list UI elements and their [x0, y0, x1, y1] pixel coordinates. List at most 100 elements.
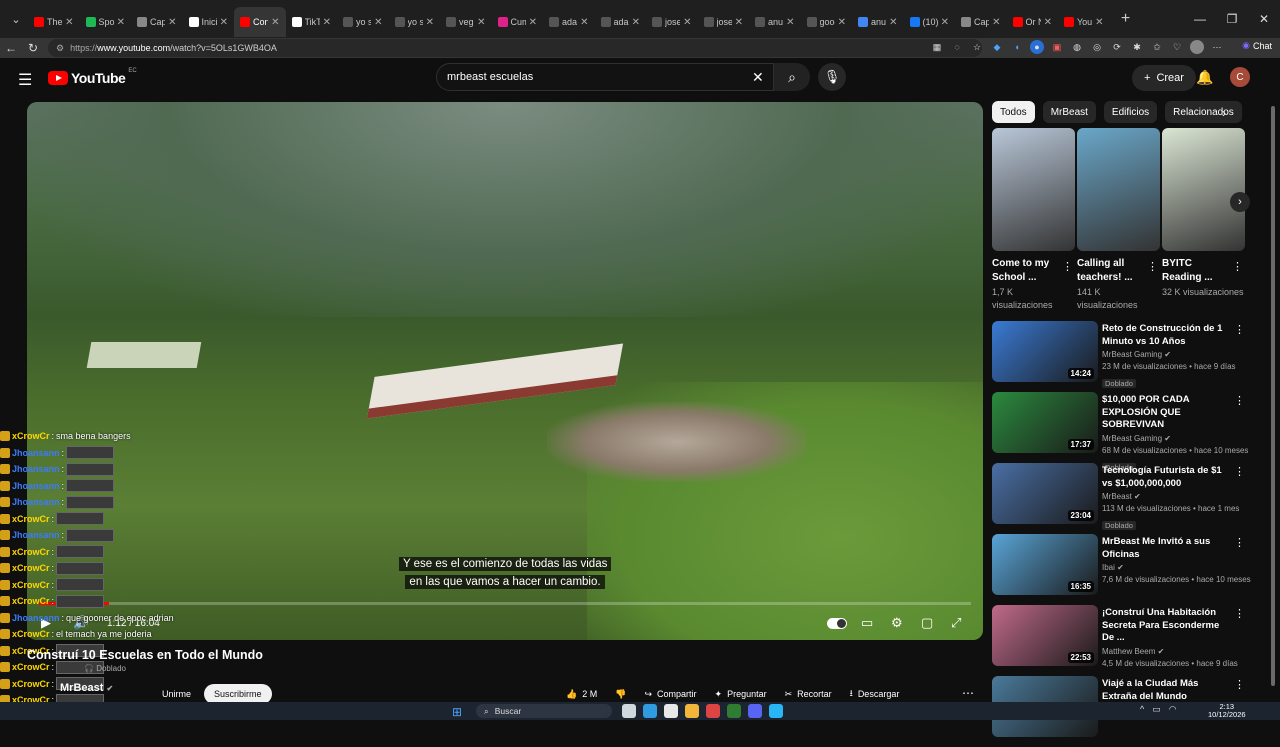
autoplay-toggle[interactable]: [827, 618, 847, 629]
reload-icon[interactable]: ↻: [22, 41, 44, 55]
tab-close-icon[interactable]: ✕: [323, 17, 331, 28]
filter-chip[interactable]: Relacionados: [1165, 101, 1242, 123]
more-menu-icon[interactable]: ⋯: [1210, 40, 1224, 54]
recommendation-more-icon[interactable]: ⋮: [1234, 323, 1245, 336]
browser-tab[interactable]: yo s ✕: [389, 7, 441, 37]
fullscreen-icon[interactable]: ⤢: [951, 615, 961, 631]
like-button[interactable]: 👍 2 M: [560, 684, 603, 704]
tab-close-icon[interactable]: ✕: [529, 17, 537, 28]
recommendation-item[interactable]: 14:24 Reto de Construcción de 1 Minuto vs…: [992, 321, 1254, 392]
recommendation-title[interactable]: MrBeast Me Invitó a sus Oficinas: [1102, 536, 1232, 561]
close-window-icon[interactable]: ✕: [1248, 0, 1280, 38]
extension-icon[interactable]: ◍: [1070, 40, 1084, 54]
search-button[interactable]: ⌕: [774, 63, 810, 91]
recommendation-more-icon[interactable]: ⋮: [1234, 607, 1245, 620]
extension-icon[interactable]: ▣: [1050, 40, 1064, 54]
short-thumbnail[interactable]: [1162, 128, 1245, 251]
url-bar[interactable]: ⚙ https://www.youtube.com/watch?v=5OLs1G…: [48, 39, 982, 57]
recommendation-title[interactable]: Reto de Construcción de 1 Minuto vs 10 A…: [1102, 323, 1232, 348]
settings-icon[interactable]: ⚙: [891, 615, 903, 631]
browser-tab[interactable]: Capt✕: [955, 7, 1007, 37]
wifi-icon[interactable]: ◠: [1169, 704, 1177, 715]
refresh-extension-icon[interactable]: ⟳: [1110, 40, 1124, 54]
bookmark-star-icon[interactable]: ☆: [970, 40, 984, 54]
more-actions-icon[interactable]: ⋯: [962, 686, 974, 700]
windows-start-icon[interactable]: ⊞: [452, 705, 462, 719]
join-button[interactable]: Unirme: [150, 685, 203, 703]
short-more-icon[interactable]: ⋮: [1232, 260, 1243, 273]
tab-close-icon[interactable]: ✕: [168, 17, 176, 28]
recommendation-title[interactable]: $10,000 POR CADA EXPLOSIÓN QUE SOBREVIVA…: [1102, 394, 1232, 432]
extension-icon[interactable]: ◆: [990, 40, 1004, 54]
short-title[interactable]: BYITC Reading ...: [1162, 257, 1226, 285]
maximize-icon[interactable]: ❐: [1216, 0, 1248, 38]
tab-close-icon[interactable]: ✕: [374, 17, 382, 28]
voice-search-button[interactable]: 🎙: [818, 63, 846, 91]
tab-close-icon[interactable]: ✕: [117, 17, 125, 28]
tab-close-icon[interactable]: ✕: [632, 17, 640, 28]
tray-chevron-icon[interactable]: ^: [1140, 704, 1144, 715]
tab-close-icon[interactable]: ✕: [271, 17, 279, 28]
browser-tab[interactable]: Cum✕: [492, 7, 544, 37]
recommendation-thumbnail[interactable]: 22:53: [992, 605, 1098, 666]
recommendation-channel[interactable]: Matthew Beem ✔: [1102, 646, 1232, 658]
recommendation-item[interactable]: 17:37 $10,000 POR CADA EXPLOSIÓN QUE SOBR…: [992, 392, 1254, 472]
task-view-icon[interactable]: [622, 704, 636, 718]
recommendation-item[interactable]: 16:35 MrBeast Me Invitó a sus Oficinas Iba…: [992, 534, 1254, 605]
youtube-logo[interactable]: YouTube EC: [48, 68, 137, 86]
ask-button[interactable]: ✦ Preguntar: [709, 684, 773, 704]
subscribe-button[interactable]: Suscribirme: [204, 684, 272, 704]
browser-tab[interactable]: Capt✕: [131, 7, 183, 37]
browser-tab[interactable]: Inicio✕: [183, 7, 235, 37]
recommendation-channel[interactable]: Ibai ✔: [1102, 562, 1232, 574]
recommendation-channel[interactable]: MrBeast Gaming ✔: [1102, 349, 1232, 361]
avatar[interactable]: C: [1230, 67, 1250, 87]
tab-close-icon[interactable]: ✕: [683, 17, 691, 28]
recommendation-channel[interactable]: MrBeast Gaming ✔: [1102, 433, 1232, 445]
tab-close-icon[interactable]: ✕: [941, 17, 949, 28]
browser-tab[interactable]: josep✕: [646, 7, 698, 37]
short-thumbnail[interactable]: [1077, 128, 1160, 251]
channel-name[interactable]: MrBeast ✔: [60, 682, 113, 694]
hamburger-menu-icon[interactable]: ☰: [18, 70, 32, 90]
tab-close-icon[interactable]: ✕: [735, 17, 743, 28]
tab-close-icon[interactable]: ✕: [889, 17, 897, 28]
apps-icon[interactable]: ▦: [930, 40, 944, 54]
recommendation-thumbnail[interactable]: 14:24: [992, 321, 1098, 382]
browser-tab[interactable]: anue✕: [852, 7, 904, 37]
recommendation-title[interactable]: Viajé a la Ciudad Más Extraña del Mundo: [1102, 678, 1232, 703]
puzzle-icon[interactable]: ✱: [1130, 40, 1144, 54]
chrome-icon[interactable]: [706, 704, 720, 718]
browser-tab[interactable]: adam✕: [595, 7, 647, 37]
minimize-icon[interactable]: —: [1184, 0, 1216, 38]
browser-tab[interactable]: anue✕: [749, 7, 801, 37]
tab-close-icon[interactable]: ✕: [786, 17, 794, 28]
recommendation-title[interactable]: Tecnología Futurista de $1 vs $1,000,000…: [1102, 465, 1232, 490]
recommendation-thumbnail[interactable]: 16:35: [992, 534, 1098, 595]
recommendation-channel[interactable]: MrBeast ✔: [1102, 491, 1232, 503]
browser-tab[interactable]: josep✕: [698, 7, 750, 37]
theater-mode-icon[interactable]: ▢: [921, 615, 933, 631]
browser-tab[interactable]: goog✕: [801, 7, 853, 37]
share-button[interactable]: ↪ Compartir: [638, 684, 702, 704]
recommendation-title[interactable]: ¡Construí Una Habitación Secreta Para Es…: [1102, 607, 1232, 645]
browser-tab[interactable]: TheG✕: [28, 7, 80, 37]
browser-tab[interactable]: Spoti✕: [80, 7, 132, 37]
taskbar-clock[interactable]: 2:13 10/12/2026: [1208, 703, 1246, 719]
recommendation-more-icon[interactable]: ⋮: [1234, 465, 1245, 478]
tab-close-icon[interactable]: ✕: [426, 17, 434, 28]
create-button[interactable]: + Crear: [1132, 65, 1196, 91]
page-scrollbar[interactable]: [1270, 98, 1276, 696]
download-button[interactable]: ⭳ Descargar: [844, 684, 906, 704]
tab-search-icon[interactable]: ⌄: [4, 7, 28, 31]
notifications-bell-icon[interactable]: 🔔: [1196, 69, 1213, 86]
browser-tab[interactable]: (10) I✕: [904, 7, 956, 37]
new-tab-button[interactable]: +: [1114, 10, 1138, 28]
scrollbar-thumb[interactable]: [1271, 106, 1275, 686]
short-card[interactable]: Calling all teachers! ... 141 K visualiza…: [1077, 128, 1160, 312]
browser-tab[interactable]: Cons✕: [234, 7, 286, 37]
tab-close-icon[interactable]: ✕: [1095, 17, 1103, 28]
search-input[interactable]: mrbeast escuelas: [436, 63, 774, 91]
collections-icon[interactable]: ♡: [1170, 40, 1184, 54]
site-info-icon[interactable]: ⚙: [56, 43, 64, 54]
